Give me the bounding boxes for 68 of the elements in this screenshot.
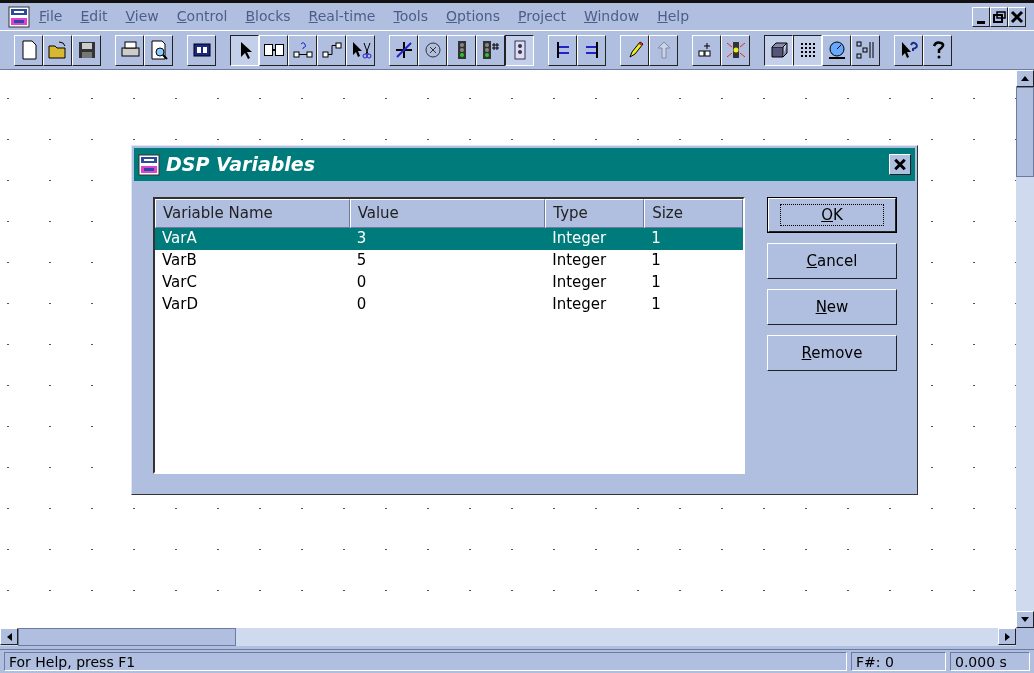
list-cell-text: 0 bbox=[355, 272, 368, 294]
list-row[interactable]: VarC 0 Integer 1 bbox=[155, 271, 743, 294]
app-logo-icon bbox=[8, 5, 30, 28]
list-cell-text: Integer bbox=[551, 294, 608, 316]
toolbar-button[interactable] bbox=[764, 34, 793, 66]
dialog-button[interactable]: Remove bbox=[767, 335, 897, 371]
scroll-right-button[interactable] bbox=[998, 628, 1016, 645]
scroll-up-button[interactable] bbox=[1016, 70, 1034, 87]
list-row[interactable]: VarD 0 Integer 1 bbox=[155, 293, 743, 316]
restore-icon[interactable] bbox=[990, 6, 1008, 27]
list-row[interactable]: VarB 5 Integer 1 bbox=[155, 249, 743, 272]
list-cell-text: 5 bbox=[355, 250, 368, 272]
elbow-connector-icon bbox=[320, 39, 343, 61]
toolbar-button[interactable] bbox=[230, 34, 259, 66]
connector-query-icon bbox=[291, 39, 314, 61]
menu-item[interactable]: Tools bbox=[384, 6, 437, 27]
list-cell-text: VarD bbox=[161, 294, 199, 316]
dialog-title: DSP Variables bbox=[166, 152, 316, 178]
list-cell-text: 0 bbox=[355, 294, 368, 316]
toolbar-button[interactable] bbox=[793, 34, 822, 66]
menu-item[interactable]: Window bbox=[574, 6, 649, 27]
flashing-light-icon bbox=[724, 39, 747, 61]
scroll-thumb[interactable] bbox=[1016, 87, 1034, 177]
right-arrow-icon bbox=[1004, 632, 1010, 641]
close-icon[interactable] bbox=[889, 154, 911, 175]
menu-item[interactable]: Control bbox=[167, 6, 237, 27]
dialog-button[interactable]: Cancel bbox=[767, 243, 897, 279]
status-text: F#: 0 bbox=[851, 652, 946, 671]
list-cell-text: VarB bbox=[161, 250, 198, 272]
scroll-thumb[interactable] bbox=[18, 628, 236, 646]
menu-item[interactable]: File bbox=[30, 6, 72, 27]
list-cell-text: 1 bbox=[650, 228, 662, 250]
scroll-down-button[interactable] bbox=[1016, 611, 1034, 628]
list-cell-text: VarA bbox=[161, 228, 198, 250]
list-cell-text: Integer bbox=[551, 250, 608, 272]
dialog-button[interactable]: OK bbox=[767, 197, 897, 233]
list-cell-text: Integer bbox=[551, 228, 608, 250]
column-header[interactable]: Value bbox=[349, 199, 546, 228]
menu-item[interactable]: Edit bbox=[71, 6, 117, 27]
tree-diagram-icon bbox=[854, 39, 877, 61]
open-folder-icon bbox=[46, 39, 69, 61]
dialog-button[interactable]: New bbox=[767, 289, 897, 325]
column-header[interactable]: Type bbox=[545, 199, 645, 228]
close-icon[interactable] bbox=[1008, 6, 1026, 27]
up-arrow-icon bbox=[1021, 76, 1029, 81]
down-arrow-icon bbox=[1021, 617, 1029, 622]
list-cell-text: 1 bbox=[650, 250, 662, 272]
column-header[interactable]: Variable Name bbox=[155, 199, 350, 228]
menu-item[interactable]: Help bbox=[648, 6, 699, 27]
menu-item[interactable]: View bbox=[116, 6, 168, 27]
list-cell-text: VarC bbox=[161, 272, 198, 294]
left-arrow-icon bbox=[6, 632, 12, 641]
list-cell-text: 1 bbox=[650, 294, 662, 316]
dialog-logo-icon bbox=[138, 153, 160, 176]
status-text: For Help, press F1 bbox=[4, 652, 847, 671]
scroll-left-button[interactable] bbox=[0, 628, 18, 645]
column-header[interactable]: Size bbox=[644, 199, 743, 228]
menu-item[interactable]: Options bbox=[437, 6, 510, 27]
menu-item[interactable]: Real-time bbox=[299, 6, 385, 27]
menu-item[interactable]: Blocks bbox=[236, 6, 300, 27]
menu-item[interactable]: Project bbox=[509, 6, 575, 27]
list-cell-text: 3 bbox=[355, 228, 368, 250]
status-text: 0.000 s bbox=[950, 652, 1030, 671]
toolbar-button[interactable] bbox=[505, 34, 534, 66]
list-cell-text: Integer bbox=[551, 272, 608, 294]
minimize-icon[interactable] bbox=[972, 6, 990, 27]
list-cell-text: 1 bbox=[650, 272, 662, 294]
list-row[interactable]: VarA 3 Integer 1 bbox=[155, 227, 743, 250]
